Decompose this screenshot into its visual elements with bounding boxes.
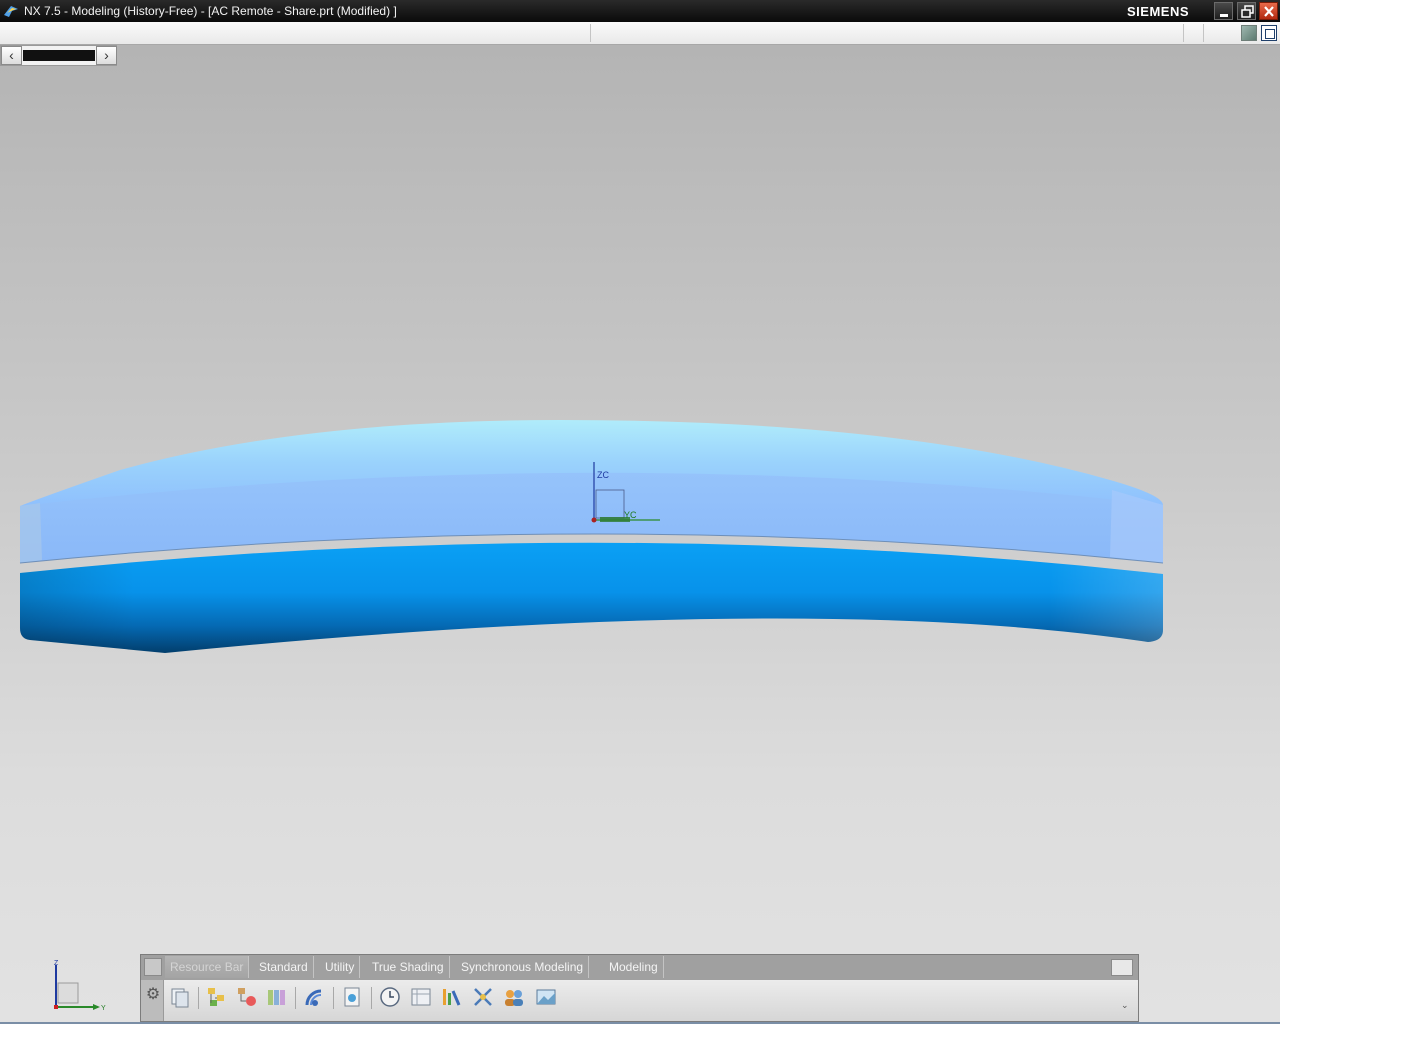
minimize-icon: [1220, 14, 1228, 17]
nx-application-window: NX 7.5 - Modeling (History-Free) - [AC R…: [0, 0, 1280, 1024]
gear-icon[interactable]: ⚙: [143, 985, 163, 1005]
clipboard-icon[interactable]: [168, 985, 192, 1009]
toolbar-side-grip: ⚙: [141, 980, 164, 1021]
window-bottom-border: [0, 1022, 1280, 1024]
toolbar-panel: Resource Bar Standard Utility True Shadi…: [140, 954, 1139, 1022]
toolbar-tab-row: Resource Bar Standard Utility True Shadi…: [141, 955, 1138, 979]
menu-separator: [1183, 24, 1184, 42]
roles-icon[interactable]: [502, 985, 526, 1009]
remote-model[interactable]: ZC YC: [0, 45, 1280, 1022]
wcs-y-label: YC: [624, 510, 637, 520]
tab-standard[interactable]: Standard: [254, 956, 314, 978]
view-triad: Z Y: [54, 960, 106, 1012]
constraint-navigator-icon[interactable]: [235, 985, 259, 1009]
restore-button[interactable]: [1237, 2, 1256, 20]
minimize-button[interactable]: [1214, 2, 1233, 20]
hd3d-tools-icon[interactable]: [439, 985, 463, 1009]
menu-separator: [1203, 24, 1204, 42]
part-navigator-icon[interactable]: [265, 985, 289, 1009]
web-browser-icon[interactable]: [303, 985, 327, 1009]
menu-bar: [0, 22, 1280, 45]
title-bar: NX 7.5 - Modeling (History-Free) - [AC R…: [0, 0, 1280, 22]
bottom-housing-shading: [20, 542, 1163, 653]
clock-icon[interactable]: [378, 985, 402, 1009]
reuse-library-icon[interactable]: [409, 985, 433, 1009]
menu-separator: [590, 24, 591, 42]
history-icon[interactable]: [341, 985, 365, 1009]
tab-synchronous-modeling[interactable]: Synchronous Modeling: [456, 956, 590, 978]
nx-small-logo-icon: [144, 958, 162, 976]
restore-icon: [1241, 5, 1254, 18]
tab-resource-bar[interactable]: Resource Bar: [165, 956, 250, 978]
toolbar-separator: [371, 987, 372, 1009]
toolbar-separator: [295, 987, 296, 1009]
close-icon: [1264, 6, 1274, 17]
tab-true-shading[interactable]: True Shading: [367, 956, 450, 978]
tab-modeling[interactable]: Modeling: [604, 956, 664, 978]
panel-options-button[interactable]: [1111, 959, 1133, 976]
process-studio-icon[interactable]: [471, 985, 495, 1009]
triad-y-label: Y: [101, 1005, 106, 1012]
toolbar-icon-row: ⚙ ⌄: [141, 980, 1138, 1021]
siemens-brand: SIEMENS: [1127, 4, 1190, 19]
graphics-viewport[interactable]: ‹ › ZC YC Z Y: [0, 45, 1280, 1022]
assembly-navigator-icon[interactable]: [205, 985, 229, 1009]
toolbar-separator: [333, 987, 334, 1009]
nx-logo-icon: [4, 6, 18, 17]
top-housing-left-end: [20, 503, 42, 563]
toolbar-overflow-icon[interactable]: ⌄: [1121, 1000, 1129, 1011]
window-title: NX 7.5 - Modeling (History-Free) - [AC R…: [24, 4, 397, 18]
selection-filter-icon[interactable]: [1241, 25, 1257, 41]
triad-z-label: Z: [54, 960, 59, 967]
system-visualization-icon[interactable]: [534, 985, 558, 1009]
wcs-z-label: ZC: [597, 470, 609, 480]
close-button[interactable]: [1259, 2, 1278, 20]
tab-utility[interactable]: Utility: [320, 956, 361, 978]
toolbar-separator: [198, 987, 199, 1009]
window-mode-icon[interactable]: [1261, 25, 1277, 41]
